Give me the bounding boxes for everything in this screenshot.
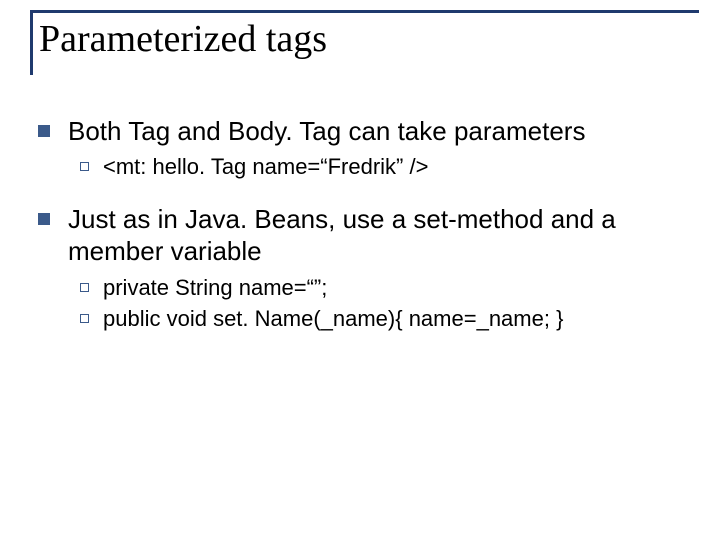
hollow-square-bullet-icon xyxy=(80,283,89,292)
bullet-item: Just as in Java. Beans, use a set-method… xyxy=(38,203,690,268)
square-bullet-icon xyxy=(38,125,50,137)
sub-bullet-item: private String name=“”; xyxy=(80,274,690,302)
sub-bullet-text: private String name=“”; xyxy=(103,274,690,302)
sub-list: <mt: hello. Tag name=“Fredrik” /> xyxy=(80,153,690,181)
hollow-square-bullet-icon xyxy=(80,162,89,171)
slide-body: Both Tag and Body. Tag can take paramete… xyxy=(30,115,690,333)
slide-title: Parameterized tags xyxy=(39,19,699,61)
title-container: Parameterized tags xyxy=(30,10,699,75)
bullet-text: Both Tag and Body. Tag can take paramete… xyxy=(68,115,690,148)
square-bullet-icon xyxy=(38,213,50,225)
sub-bullet-item: <mt: hello. Tag name=“Fredrik” /> xyxy=(80,153,690,181)
sub-bullet-text: <mt: hello. Tag name=“Fredrik” /> xyxy=(103,153,690,181)
hollow-square-bullet-icon xyxy=(80,314,89,323)
bullet-item: Both Tag and Body. Tag can take paramete… xyxy=(38,115,690,148)
sub-bullet-item: public void set. Name(_name){ name=_name… xyxy=(80,305,690,333)
slide: Parameterized tags Both Tag and Body. Ta… xyxy=(0,0,720,540)
sub-list: private String name=“”; public void set.… xyxy=(80,274,690,333)
bullet-text: Just as in Java. Beans, use a set-method… xyxy=(68,203,690,268)
sub-bullet-text: public void set. Name(_name){ name=_name… xyxy=(103,305,690,333)
